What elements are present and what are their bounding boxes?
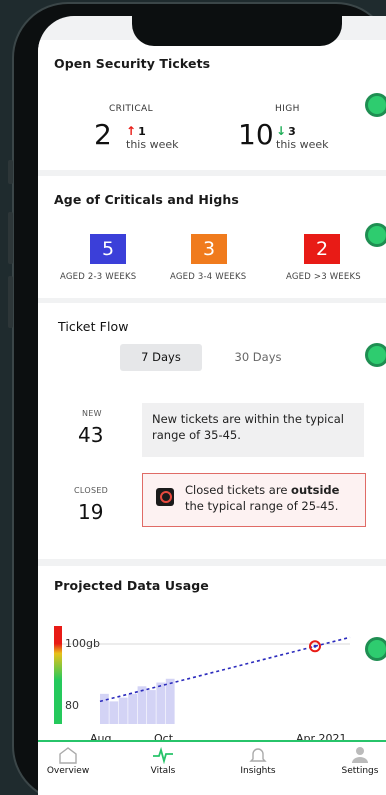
phone-volume-up (8, 212, 13, 264)
phone-volume-down (8, 276, 13, 328)
age-label-3-4: AGED 3-4 WEEKS (170, 272, 247, 282)
usage-bar (118, 697, 128, 724)
nav-item-vitals[interactable]: Vitals (138, 746, 188, 776)
usage-bars (100, 678, 175, 724)
arrow-down-icon: ↓ (276, 124, 287, 138)
high-delta-sub: this week (276, 138, 329, 151)
high-count: 10 (238, 118, 274, 151)
phone-side-button (8, 160, 13, 184)
age-box-over-3: 2 (304, 234, 340, 264)
user-icon (352, 747, 368, 763)
tickets-card[interactable]: Open Security Tickets CRITICAL 2 ↑ 1 this… (38, 40, 386, 170)
bottom-nav: Overview Vitals Insights Settings (38, 740, 386, 795)
age-box-3-4: 3 (191, 234, 227, 264)
closed-label: CLOSED (74, 486, 109, 495)
high-delta: ↓ 3 (276, 124, 296, 138)
status-dot-tickets (368, 96, 386, 114)
bell-icon (249, 748, 267, 762)
nav-item-overview[interactable]: Overview (38, 746, 98, 776)
age-title: Age of Criticals and Highs (54, 192, 239, 207)
usage-bar (137, 686, 147, 724)
status-dot-usage (368, 640, 386, 658)
trend-line (99, 636, 351, 703)
nav-label-vitals: Vitals (150, 766, 176, 776)
closed-count: 19 (78, 500, 104, 524)
new-label: NEW (82, 409, 102, 418)
age-label-over-3: AGED >3 WEEKS (286, 272, 361, 282)
usage-bar (165, 678, 175, 724)
data-usage-card[interactable]: Projected Data Usage 100gb 80 Aug Oct Ap… (38, 566, 386, 745)
app-screen: Open Security Tickets CRITICAL 2 ↑ 1 this… (38, 16, 386, 795)
status-dot-flow (368, 346, 386, 364)
phone-notch (132, 16, 342, 46)
high-label: HIGH (275, 104, 300, 114)
usage-bar (147, 690, 156, 724)
critical-label: CRITICAL (109, 104, 153, 114)
status-dot-age (368, 226, 386, 244)
tab-7-days[interactable]: 7 Days (120, 344, 202, 371)
age-box-2-3: 5 (90, 234, 126, 264)
age-card[interactable]: Age of Criticals and Highs 5 AGED 2-3 WE… (38, 176, 386, 298)
nav-label-insights: Insights (240, 766, 276, 776)
alert-search-icon (156, 488, 174, 506)
usage-bar (109, 701, 119, 724)
usage-bar (128, 693, 137, 724)
tab-30-days[interactable]: 30 Days (228, 344, 288, 371)
y-label-80: 80 (65, 699, 79, 712)
nav-item-insights[interactable]: Insights (228, 746, 288, 776)
nav-label-overview: Overview (46, 766, 90, 776)
new-message: New tickets are within the typical range… (142, 403, 364, 457)
critical-delta-sub: this week (126, 138, 179, 151)
projection-marker-center (313, 644, 317, 648)
home-icon (59, 747, 77, 764)
closed-message: Closed tickets are outside the typical r… (142, 473, 366, 527)
age-label-2-3: AGED 2-3 WEEKS (60, 272, 137, 282)
critical-delta: ↑ 1 (126, 124, 146, 138)
nav-label-settings: Settings (341, 766, 379, 776)
pulse-icon (153, 746, 173, 764)
ticket-flow-title: Ticket Flow (58, 319, 129, 334)
usage-chart: 100gb 80 Aug Oct Apr 2021 (54, 626, 351, 745)
arrow-up-icon: ↑ (126, 124, 137, 138)
usage-bar (156, 682, 166, 724)
new-count: 43 (78, 423, 104, 447)
y-label-100gb: 100gb (65, 637, 100, 650)
tickets-title: Open Security Tickets (54, 56, 211, 71)
usage-gauge-bar (54, 626, 62, 724)
ticket-flow-card[interactable]: Ticket Flow 7 Days 30 Days NEW 43 New ti… (38, 303, 386, 559)
critical-count: 2 (94, 118, 112, 151)
data-usage-title: Projected Data Usage (54, 578, 209, 593)
usage-bar (100, 693, 109, 724)
nav-item-settings[interactable]: Settings (330, 746, 386, 776)
